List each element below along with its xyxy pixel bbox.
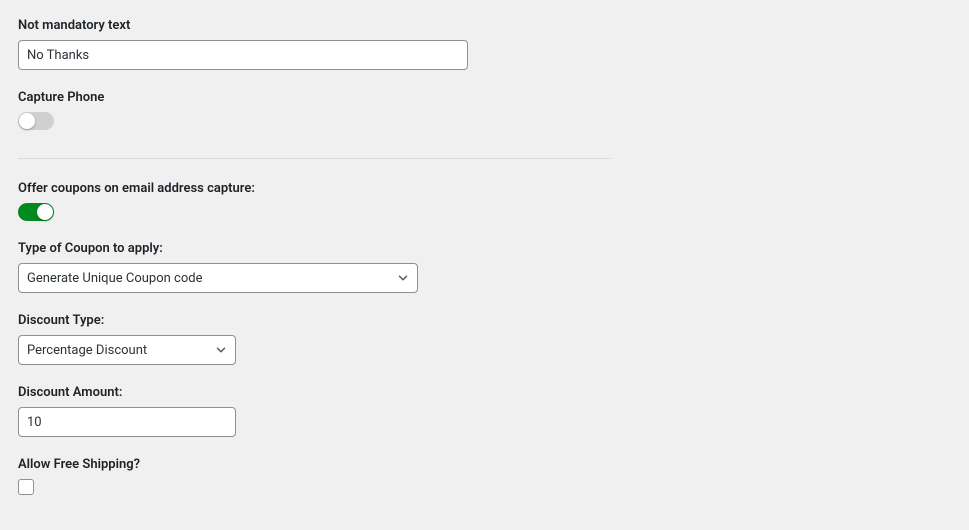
discount-type-select[interactable]: Percentage Discount (18, 335, 236, 365)
offer-coupons-label: Offer coupons on email address capture: (18, 181, 611, 196)
capture-phone-label: Capture Phone (18, 90, 611, 105)
not-mandatory-text-label: Not mandatory text (18, 18, 611, 33)
discount-type-label: Discount Type: (18, 313, 611, 328)
discount-amount-label: Discount Amount: (18, 385, 611, 400)
coupon-type-label: Type of Coupon to apply: (18, 241, 611, 256)
not-mandatory-text-group: Not mandatory text (18, 18, 611, 70)
allow-free-shipping-group: Allow Free Shipping? (18, 457, 611, 499)
capture-phone-toggle[interactable] (18, 112, 54, 130)
coupon-type-select[interactable]: Generate Unique Coupon code (18, 263, 418, 293)
offer-coupons-toggle[interactable] (18, 203, 54, 221)
discount-type-group: Discount Type: Percentage Discount (18, 313, 611, 365)
not-mandatory-text-input[interactable] (18, 40, 468, 70)
coupon-type-group: Type of Coupon to apply: Generate Unique… (18, 241, 611, 293)
offer-coupons-group: Offer coupons on email address capture: (18, 181, 611, 221)
discount-amount-group: Discount Amount: (18, 385, 611, 437)
allow-free-shipping-label: Allow Free Shipping? (18, 457, 611, 472)
allow-free-shipping-checkbox[interactable] (18, 479, 34, 495)
capture-phone-group: Capture Phone (18, 90, 611, 130)
section-divider (18, 158, 611, 159)
discount-amount-input[interactable] (18, 407, 236, 437)
